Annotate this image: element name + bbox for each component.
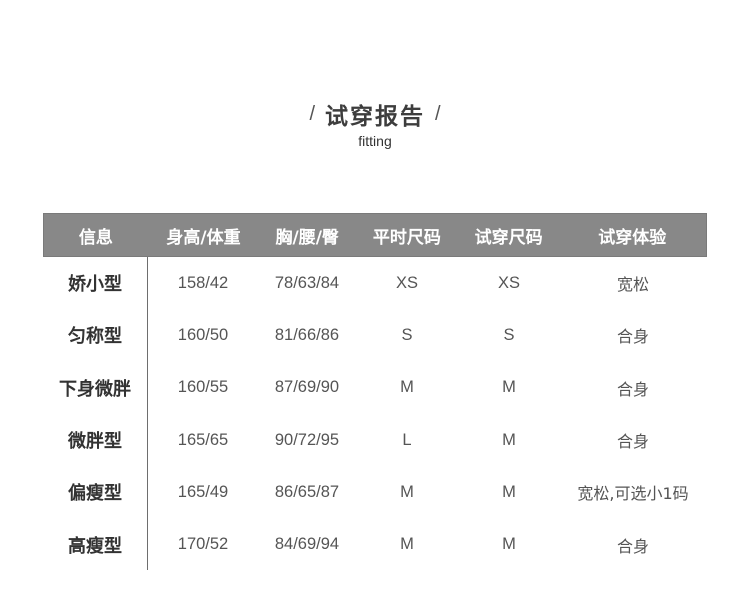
row-usual-size: M bbox=[400, 535, 414, 554]
column-header-usual-size: 平时尺码 bbox=[372, 227, 441, 248]
page-subtitle: fitting bbox=[358, 133, 392, 149]
row-fitting-size: XS bbox=[497, 273, 520, 292]
table-row: 娇小型 158/42 78/63/84 XS XS 宽松 bbox=[43, 257, 707, 309]
row-body-type: 微胖型 bbox=[68, 431, 122, 453]
row-measurements: 86/65/87 bbox=[274, 482, 340, 501]
column-header-info: 信息 bbox=[78, 227, 113, 248]
row-measurements: 84/69/94 bbox=[274, 535, 340, 554]
page-title: 试穿报告 bbox=[325, 104, 425, 130]
row-fitting-experience: 宽松 bbox=[616, 275, 649, 295]
row-fitting-experience: 合身 bbox=[616, 379, 649, 399]
report-title-block: / 试穿报告 / fitting bbox=[0, 96, 750, 150]
table-body: 娇小型 158/42 78/63/84 XS XS 宽松 匀称型 160/50 … bbox=[43, 257, 707, 571]
row-usual-size: S bbox=[401, 325, 413, 344]
row-height-weight: 165/49 bbox=[177, 482, 229, 501]
table-row: 匀称型 160/50 81/66/86 S S 合身 bbox=[43, 309, 707, 361]
row-body-type: 下身微胖 bbox=[59, 378, 131, 400]
row-usual-size: M bbox=[400, 378, 414, 397]
label-column-divider bbox=[147, 257, 148, 570]
title-row: / 试穿报告 / bbox=[0, 96, 750, 132]
row-measurements: 81/66/86 bbox=[274, 325, 340, 344]
row-body-type: 娇小型 bbox=[68, 274, 122, 296]
column-header-fitting-experience: 试穿体验 bbox=[598, 227, 667, 248]
table-row: 下身微胖 160/55 87/69/90 M M 合身 bbox=[43, 362, 707, 414]
row-measurements: 87/69/90 bbox=[274, 378, 340, 397]
row-height-weight: 170/52 bbox=[177, 535, 229, 554]
row-measurements: 90/72/95 bbox=[274, 430, 340, 449]
table-row: 微胖型 165/65 90/72/95 L M 合身 bbox=[43, 414, 707, 466]
column-header-height-weight: 身高/体重 bbox=[166, 227, 241, 248]
row-measurements: 78/63/84 bbox=[274, 273, 340, 292]
row-fitting-experience: 合身 bbox=[616, 432, 649, 452]
row-fitting-experience: 合身 bbox=[616, 536, 649, 556]
row-body-type: 匀称型 bbox=[68, 326, 122, 348]
row-fitting-size: M bbox=[502, 378, 516, 397]
row-fitting-experience: 合身 bbox=[616, 327, 649, 347]
row-fitting-size: S bbox=[503, 325, 515, 344]
table-row: 偏瘦型 165/49 86/65/87 M M 宽松,可选小1码 bbox=[43, 466, 707, 518]
row-usual-size: XS bbox=[395, 273, 418, 292]
row-fitting-size: M bbox=[502, 430, 516, 449]
column-header-measurements: 胸/腰/臀 bbox=[275, 227, 339, 248]
title-right-slash: / bbox=[435, 102, 441, 125]
fitting-report-table: 信息 身高/体重 胸/腰/臀 平时尺码 试穿尺码 试穿体验 娇小型 158/42… bbox=[43, 213, 707, 571]
row-fitting-size: M bbox=[502, 482, 516, 501]
row-body-type: 高瘦型 bbox=[68, 535, 122, 557]
row-usual-size: L bbox=[402, 430, 412, 449]
table-row: 高瘦型 170/52 84/69/94 M M 合身 bbox=[43, 518, 707, 570]
title-left-slash: / bbox=[309, 102, 315, 125]
row-fitting-size: M bbox=[502, 535, 516, 554]
row-height-weight: 158/42 bbox=[177, 273, 229, 292]
row-usual-size: M bbox=[400, 482, 414, 501]
row-height-weight: 160/50 bbox=[177, 325, 229, 344]
row-height-weight: 165/65 bbox=[177, 430, 229, 449]
column-header-fitting-size: 试穿尺码 bbox=[474, 227, 543, 248]
row-body-type: 偏瘦型 bbox=[68, 483, 122, 505]
row-fitting-experience: 宽松,可选小1码 bbox=[577, 484, 689, 504]
row-height-weight: 160/55 bbox=[177, 378, 229, 397]
table-header-row: 信息 身高/体重 胸/腰/臀 平时尺码 试穿尺码 试穿体验 bbox=[43, 213, 707, 257]
